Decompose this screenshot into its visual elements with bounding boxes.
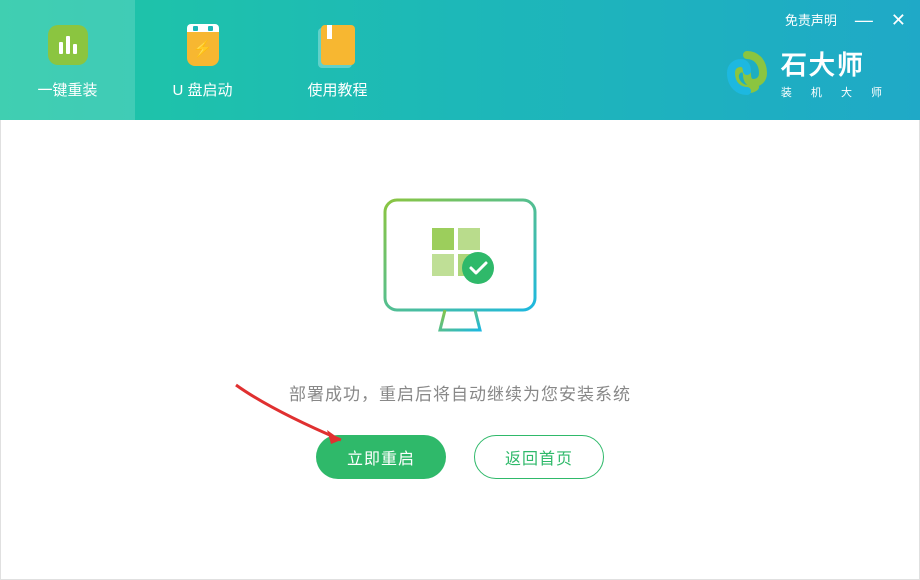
tab-label: 使用教程 bbox=[307, 79, 367, 100]
tutorial-icon bbox=[314, 21, 362, 69]
usb-icon: ⚡ bbox=[179, 21, 227, 69]
header-right: 免责声明 — ✕ bbox=[785, 10, 906, 29]
tab-label: 一键重装 bbox=[37, 79, 97, 100]
disclaimer-link[interactable]: 免责声明 bbox=[785, 10, 837, 29]
status-message: 部署成功，重启后将自动继续为您安装系统 bbox=[289, 380, 631, 405]
tab-label: U 盘启动 bbox=[172, 79, 232, 100]
reinstall-icon bbox=[44, 21, 92, 69]
brand-logo-icon bbox=[725, 51, 769, 95]
monitor-success-icon bbox=[370, 190, 550, 350]
tab-tutorial[interactable]: 使用教程 bbox=[270, 0, 405, 120]
window-controls: — ✕ bbox=[855, 11, 906, 29]
tab-usb-boot[interactable]: ⚡ U 盘启动 bbox=[135, 0, 270, 120]
brand-text: 石大师 装 机 大 师 bbox=[781, 45, 890, 100]
minimize-button[interactable]: — bbox=[855, 11, 873, 29]
main-content: 部署成功，重启后将自动继续为您安装系统 立即重启 返回首页 bbox=[0, 120, 920, 580]
back-home-button[interactable]: 返回首页 bbox=[474, 435, 604, 479]
action-buttons: 立即重启 返回首页 bbox=[316, 435, 604, 479]
nav-tabs: 一键重装 ⚡ U 盘启动 使用教程 bbox=[0, 0, 405, 120]
header: 一键重装 ⚡ U 盘启动 使用教程 免责声明 bbox=[0, 0, 920, 120]
close-button[interactable]: ✕ bbox=[891, 11, 906, 29]
brand-subtitle: 装 机 大 师 bbox=[781, 84, 890, 100]
brand: 石大师 装 机 大 师 bbox=[725, 45, 890, 100]
tab-reinstall[interactable]: 一键重装 bbox=[0, 0, 135, 120]
brand-title: 石大师 bbox=[781, 45, 890, 82]
app-window: 一键重装 ⚡ U 盘启动 使用教程 免责声明 bbox=[0, 0, 920, 580]
restart-now-button[interactable]: 立即重启 bbox=[316, 435, 446, 479]
